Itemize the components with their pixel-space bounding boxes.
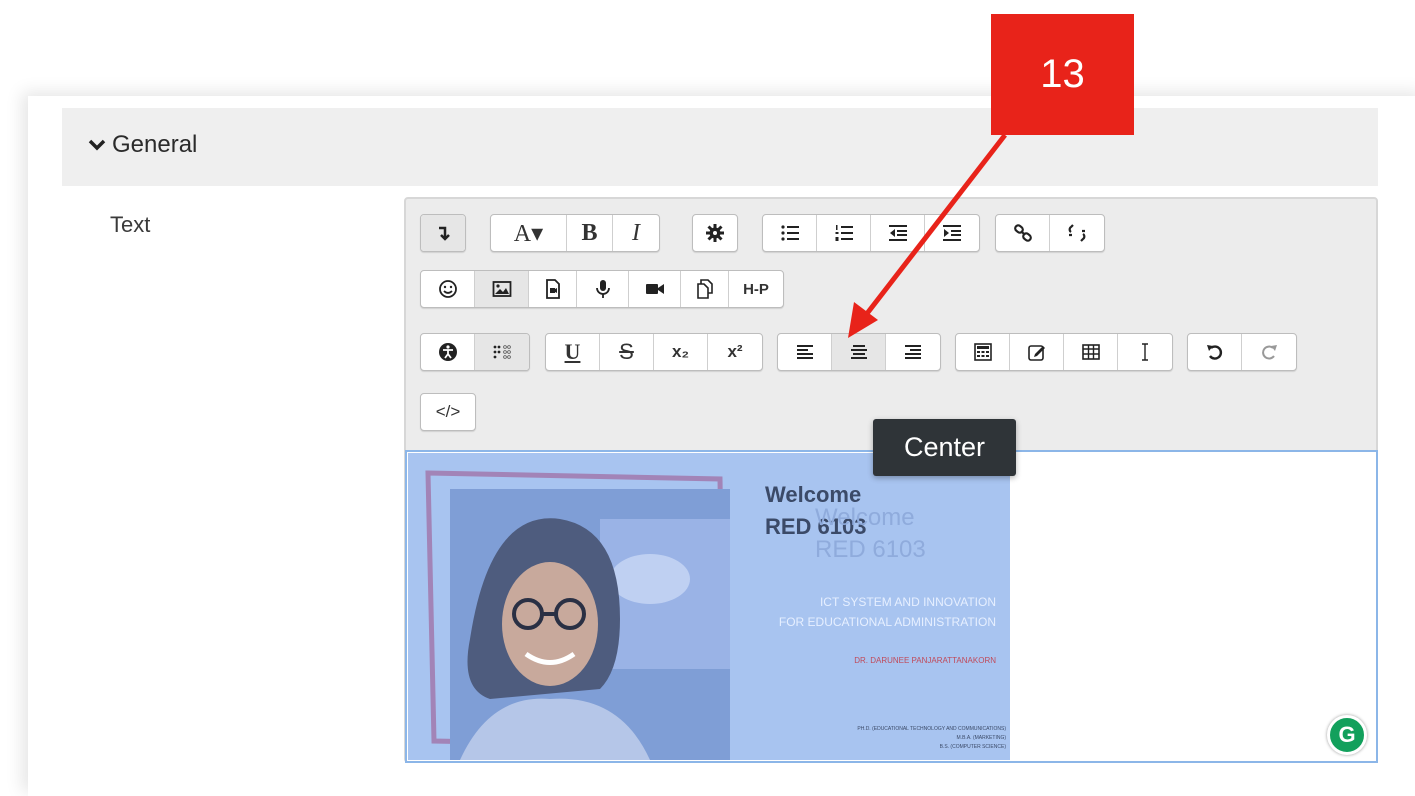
microphone-icon bbox=[595, 280, 610, 298]
image-icon bbox=[492, 281, 511, 297]
unordered-list-button[interactable] bbox=[763, 215, 817, 251]
grammarly-button[interactable]: G bbox=[1327, 715, 1367, 755]
instructor-name: DR. DARUNEE PANJARATTANAKORN bbox=[854, 656, 996, 665]
undo-button[interactable] bbox=[1188, 334, 1242, 370]
manage-files-button[interactable] bbox=[681, 271, 729, 307]
degree-phd: PH.D. (EDUCATIONAL TECHNOLOGY AND COMMUN… bbox=[857, 726, 1006, 732]
align-center-icon bbox=[850, 345, 867, 359]
align-left-icon bbox=[796, 345, 813, 359]
general-title-text: General bbox=[112, 131, 198, 158]
settings-button[interactable] bbox=[693, 215, 737, 251]
bold-button[interactable]: B bbox=[567, 215, 613, 251]
portrait-illustration-icon bbox=[460, 518, 730, 760]
welcome-ghost-line-2: RED 6103 bbox=[815, 536, 926, 563]
calculator-icon bbox=[973, 343, 992, 361]
files-icon bbox=[696, 279, 713, 299]
degree-mba: M.B.A. (MARKETING) bbox=[956, 735, 1006, 741]
redo-icon bbox=[1262, 345, 1277, 360]
redo-button[interactable] bbox=[1242, 334, 1296, 370]
general-section-title[interactable]: General bbox=[88, 131, 197, 159]
insert-image-button[interactable] bbox=[475, 271, 529, 307]
record-video-button[interactable] bbox=[629, 271, 681, 307]
emoticon-button[interactable] bbox=[421, 271, 475, 307]
portrait-photo bbox=[450, 489, 730, 760]
chevron-down-icon bbox=[88, 139, 106, 151]
step-number-marker: 13 bbox=[991, 14, 1134, 135]
toolbar-toggle-button[interactable] bbox=[421, 215, 465, 251]
html-source-button[interactable]: </> bbox=[421, 394, 475, 430]
smiley-icon bbox=[438, 280, 457, 298]
unlink-icon bbox=[1068, 224, 1086, 242]
bullet-list-icon bbox=[780, 225, 799, 241]
edit-icon bbox=[1027, 345, 1045, 361]
text-cursor-icon bbox=[1142, 343, 1148, 361]
accessibility-checker-button[interactable] bbox=[421, 334, 475, 370]
insert-table-button[interactable] bbox=[1064, 334, 1118, 370]
braille-icon bbox=[493, 345, 511, 359]
align-right-icon bbox=[905, 345, 921, 359]
text-field-label: Text bbox=[110, 212, 151, 237]
course-subtitle: ICT SYSTEM AND INNOVATION FOR EDUCATIONA… bbox=[737, 592, 996, 632]
record-audio-button[interactable] bbox=[577, 271, 629, 307]
font-size-button[interactable]: A▾ bbox=[491, 215, 567, 251]
course-subtitle-line-1: ICT SYSTEM AND INNOVATION bbox=[819, 595, 996, 609]
video-camera-icon bbox=[645, 284, 664, 294]
clear-formatting-button[interactable] bbox=[1118, 334, 1172, 370]
gear-icon bbox=[706, 224, 724, 242]
annotation-arrow-icon bbox=[848, 133, 1007, 338]
general-section-header[interactable] bbox=[62, 108, 1378, 186]
superscript-button[interactable]: x² bbox=[708, 334, 762, 370]
unlink-button[interactable] bbox=[1050, 215, 1104, 251]
welcome-ghost-line-1: Welcome bbox=[815, 504, 915, 531]
media-file-icon bbox=[545, 279, 560, 299]
align-left-button[interactable] bbox=[778, 334, 832, 370]
instructor-degrees: PH.D. (EDUCATIONAL TECHNOLOGY AND COMMUN… bbox=[798, 725, 1006, 752]
accessibility-icon bbox=[438, 343, 457, 361]
insert-media-button[interactable] bbox=[529, 271, 577, 307]
table-icon bbox=[1081, 344, 1100, 360]
screenreader-helper-button[interactable] bbox=[475, 334, 529, 370]
strikethrough-button[interactable]: S bbox=[600, 334, 654, 370]
subscript-button[interactable]: x₂ bbox=[654, 334, 708, 370]
arrow-down-icon bbox=[439, 226, 450, 241]
undo-icon bbox=[1206, 345, 1222, 360]
italic-button[interactable]: I bbox=[613, 215, 659, 251]
degree-bs: B.S. (COMPUTER SCIENCE) bbox=[939, 744, 1006, 750]
welcome-ghost-text: Welcome RED 6103 bbox=[815, 502, 926, 566]
center-tooltip: Center bbox=[873, 419, 1016, 476]
h5p-button[interactable]: H-P bbox=[729, 271, 783, 307]
underline-button[interactable]: U bbox=[546, 334, 600, 370]
course-subtitle-line-2: FOR EDUCATIONAL ADMINISTRATION bbox=[778, 615, 996, 629]
